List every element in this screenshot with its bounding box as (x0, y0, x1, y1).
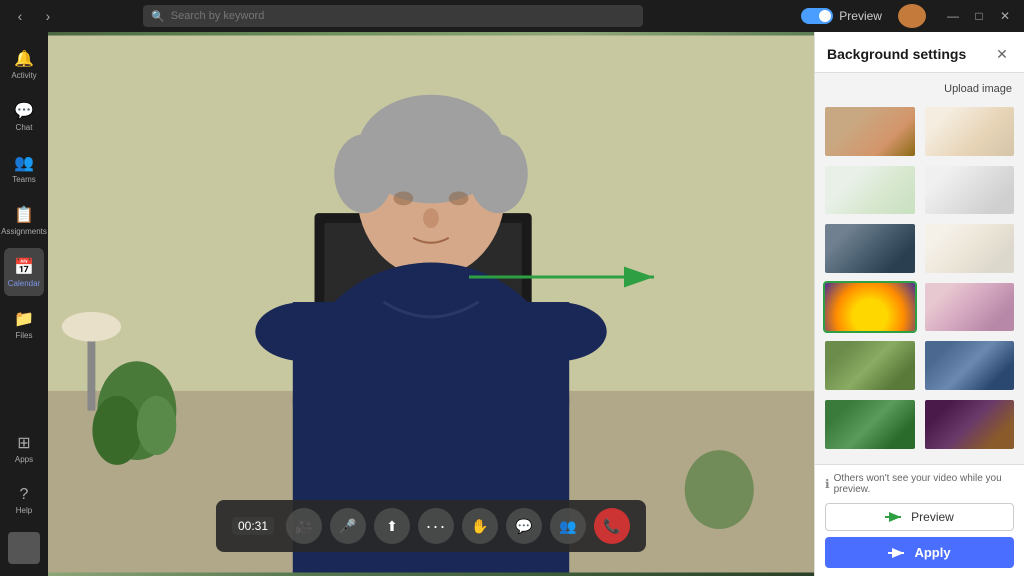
end-call-button[interactable]: 📞 (594, 508, 630, 544)
bg-thumb-11[interactable] (923, 398, 1017, 451)
sidebar-item-activity[interactable]: 🔔 Activity (4, 40, 44, 88)
video-area: 00:31 🎥 🎤 ⬆ ··· ✋ 💬 👥 📞 (48, 32, 814, 576)
preview-toggle-switch[interactable] (801, 8, 833, 24)
bg-thumb-inner-8 (825, 341, 915, 390)
preview-arrow-icon (885, 511, 905, 523)
assignments-icon: 📋 (14, 205, 34, 225)
bg-thumb-inner-11 (925, 400, 1015, 449)
nav-forward-button[interactable]: › (36, 4, 60, 28)
preview-btn-label: Preview (911, 510, 954, 524)
bg-panel-title: Background settings (827, 46, 966, 62)
search-bar: 🔍 (143, 5, 643, 27)
close-window-button[interactable]: ✕ (994, 5, 1016, 27)
sidebar-item-teams[interactable]: 👥 Teams (4, 144, 44, 192)
apply-btn-label: Apply (914, 545, 950, 560)
sidebar-label-files: Files (16, 331, 33, 340)
sidebar-label-apps: Apps (15, 455, 33, 464)
video-frame (48, 32, 814, 576)
bg-thumb-inner-7 (925, 283, 1015, 332)
bg-thumb-3[interactable] (923, 164, 1017, 217)
activity-icon: 🔔 (14, 49, 34, 69)
bg-thumb-2[interactable] (823, 164, 917, 217)
bg-thumb-inner-5 (925, 224, 1015, 273)
sidebar-label-teams: Teams (12, 175, 36, 184)
mic-button[interactable]: 🎤 (330, 508, 366, 544)
bg-thumb-10[interactable] (823, 398, 917, 451)
background-grid (823, 105, 1016, 451)
sidebar-label-activity: Activity (11, 71, 36, 80)
bg-thumb-inner-3 (925, 166, 1015, 215)
search-input[interactable] (171, 10, 635, 22)
sidebar-item-help[interactable]: ? Help (4, 476, 44, 524)
title-bar: ‹ › 🔍 Preview — □ ✕ (0, 0, 1024, 32)
sidebar-label-help: Help (16, 506, 32, 515)
chat-control-button[interactable]: 💬 (506, 508, 542, 544)
apply-arrow-icon (888, 547, 908, 559)
preview-button[interactable]: Preview (825, 503, 1014, 531)
sidebar-bottom-icon[interactable] (8, 532, 40, 564)
help-icon: ? (20, 486, 29, 504)
more-options-button[interactable]: ··· (418, 508, 454, 544)
bg-thumb-4[interactable] (823, 222, 917, 275)
files-icon: 📁 (14, 309, 34, 329)
bg-thumb-7[interactable] (923, 281, 1017, 334)
info-icon: ℹ (825, 477, 830, 491)
nav-buttons: ‹ › (8, 4, 60, 28)
minimize-button[interactable]: — (942, 5, 964, 27)
calendar-icon: 📅 (14, 257, 34, 277)
share-screen-button[interactable]: ⬆ (374, 508, 410, 544)
call-control-bar: 00:31 🎥 🎤 ⬆ ··· ✋ 💬 👥 📞 (216, 500, 646, 552)
background-settings-panel: Background settings ✕ Upload image (814, 32, 1024, 576)
bg-thumb-1[interactable] (923, 105, 1017, 158)
bg-panel-header: Background settings ✕ (815, 32, 1024, 73)
sidebar: 🔔 Activity 💬 Chat 👥 Teams 📋 Assignments … (0, 32, 48, 576)
sidebar-item-apps[interactable]: ⊞ Apps (4, 424, 44, 472)
sidebar-label-assignments: Assignments (1, 227, 47, 236)
sidebar-label-chat: Chat (16, 123, 33, 132)
user-avatar[interactable] (898, 4, 926, 28)
maximize-button[interactable]: □ (968, 5, 990, 27)
bg-panel-close-button[interactable]: ✕ (992, 44, 1012, 64)
raise-hand-button[interactable]: ✋ (462, 508, 498, 544)
call-timer: 00:31 (232, 517, 274, 535)
sidebar-item-chat[interactable]: 💬 Chat (4, 92, 44, 140)
bg-thumb-0[interactable] (823, 105, 917, 158)
bg-thumb-8[interactable] (823, 339, 917, 392)
window-controls: — □ ✕ (942, 5, 1016, 27)
search-icon: 🔍 (151, 10, 165, 23)
sidebar-item-files[interactable]: 📁 Files (4, 300, 44, 348)
sidebar-item-assignments[interactable]: 📋 Assignments (4, 196, 44, 244)
sidebar-label-calendar: Calendar (8, 279, 40, 288)
bg-thumb-inner-0 (825, 107, 915, 156)
bg-thumb-5[interactable] (923, 222, 1017, 275)
person-video-svg (48, 32, 814, 576)
bg-thumb-inner-1 (925, 107, 1015, 156)
bg-thumb-6[interactable] (823, 281, 917, 334)
footer-note: ℹ Others won't see your video while you … (825, 473, 1014, 495)
bg-thumb-inner-10 (825, 400, 915, 449)
bg-panel-footer: ℹ Others won't see your video while you … (815, 464, 1024, 576)
nav-back-button[interactable]: ‹ (8, 4, 32, 28)
participants-button[interactable]: 👥 (550, 508, 586, 544)
bg-thumb-inner-2 (825, 166, 915, 215)
bg-thumb-inner-4 (825, 224, 915, 273)
preview-label: Preview (839, 9, 882, 23)
upload-row: Upload image (823, 81, 1016, 97)
apply-button[interactable]: Apply (825, 537, 1014, 568)
chat-icon: 💬 (14, 101, 34, 121)
teams-icon: 👥 (14, 153, 34, 173)
bg-thumb-inner-6 (825, 283, 915, 332)
video-button[interactable]: 🎥 (286, 508, 322, 544)
bg-thumb-9[interactable] (923, 339, 1017, 392)
bg-thumb-inner-9 (925, 341, 1015, 390)
footer-note-text: Others won't see your video while you pr… (834, 473, 1014, 495)
sidebar-item-calendar[interactable]: 📅 Calendar (4, 248, 44, 296)
preview-toggle: Preview (801, 8, 882, 24)
apps-icon: ⊞ (17, 433, 30, 453)
main-area: 🔔 Activity 💬 Chat 👥 Teams 📋 Assignments … (0, 32, 1024, 576)
bg-panel-content: Upload image (815, 73, 1024, 464)
upload-image-button[interactable]: Upload image (940, 81, 1016, 97)
